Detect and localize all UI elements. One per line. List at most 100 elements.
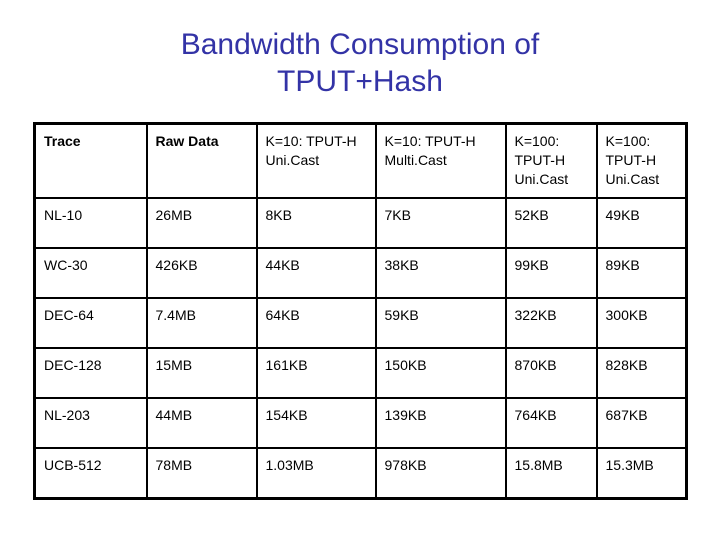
column-header-k10-multicast-line-1: K=10: TPUT-H [384,133,476,149]
cell-value: 1.03MB [265,457,314,473]
cell-raw-data: 26MB [145,197,258,249]
page-title-line-1: Bandwidth Consumption of [180,28,540,61]
column-header-k100-unicast-b-line-2: TPUT-H [605,152,657,168]
cell-value: 64KB [265,307,300,323]
cell-k10-unicast: 8KB [255,197,377,249]
column-header-k10-unicast: K=10: TPUT-H Uni.Cast [255,122,377,199]
cell-value: 15MB [155,357,193,373]
column-header-k100-unicast-a-line-3: Uni.Cast [514,171,569,187]
cell-trace: NL-203 [33,397,148,449]
cell-k10-multicast: 7KB [374,197,507,249]
cell-k10-unicast: 154KB [255,397,377,449]
cell-value: 8KB [265,207,292,223]
column-header-k100-unicast-b-line-3: Uni.Cast [605,171,660,187]
table-row: NL-10 26MB 8KB 7KB 52KB 49KB [33,197,688,249]
cell-k10-multicast: 139KB [374,397,507,449]
cell-k10-unicast: 44KB [255,247,377,299]
cell-value: NL-203 [44,407,90,423]
column-header-raw-data-line-1: Raw Data [155,133,219,149]
cell-value: 52KB [514,207,549,223]
cell-k100-unicast-a: 52KB [504,197,598,249]
cell-value: 764KB [514,407,557,423]
column-header-k10-unicast-line-2: Uni.Cast [265,152,320,168]
cell-value: DEC-128 [44,357,102,373]
cell-trace: WC-30 [33,247,148,299]
cell-value: 78MB [155,457,193,473]
cell-value: 49KB [605,207,640,223]
column-header-k100-unicast-a-line-1: K=100: [514,133,560,149]
slide-canvas: Bandwidth Consumption of TPUT+Hash Trace… [0,0,720,540]
column-header-trace-line-1: Trace [44,133,81,149]
cell-trace: UCB-512 [33,447,148,500]
table-body: NL-10 26MB 8KB 7KB 52KB 49KB WC-30 426KB… [33,197,688,500]
column-header-k10-unicast-line-1: K=10: TPUT-H [265,133,357,149]
cell-value: 7KB [384,207,411,223]
cell-k100-unicast-b: 687KB [595,397,688,449]
cell-k10-unicast: 64KB [255,297,377,349]
cell-value: 44MB [155,407,193,423]
table-row: WC-30 426KB 44KB 38KB 99KB 89KB [33,247,688,299]
column-header-k10-multicast-line-2: Multi.Cast [384,152,447,168]
cell-k100-unicast-b: 300KB [595,297,688,349]
cell-k100-unicast-a: 322KB [504,297,598,349]
table-row: DEC-128 15MB 161KB 150KB 870KB 828KB [33,347,688,399]
cell-k10-multicast: 978KB [374,447,507,500]
cell-k10-multicast: 59KB [374,297,507,349]
cell-value: 99KB [514,257,549,273]
table-row: DEC-64 7.4MB 64KB 59KB 322KB 300KB [33,297,688,349]
page-title: Bandwidth Consumption of TPUT+Hash [60,26,660,100]
cell-value: WC-30 [44,257,88,273]
cell-value: DEC-64 [44,307,94,323]
column-header-trace: Trace [33,122,148,199]
cell-value: 322KB [514,307,557,323]
column-header-raw-data: Raw Data [145,122,258,199]
cell-raw-data: 7.4MB [145,297,258,349]
column-header-k100-unicast-b: K=100: TPUT-H Uni.Cast [595,122,688,199]
column-header-k10-multicast: K=10: TPUT-H Multi.Cast [374,122,507,199]
cell-k10-multicast: 150KB [374,347,507,399]
cell-value: 154KB [265,407,308,423]
cell-k10-unicast: 161KB [255,347,377,399]
page-title-line-2: TPUT+Hash [277,65,443,98]
bandwidth-table-container: Trace Raw Data K=10: TPUT-H Uni.Cast K=1… [33,122,688,500]
cell-trace: NL-10 [33,197,148,249]
cell-raw-data: 15MB [145,347,258,399]
cell-value: 38KB [384,257,419,273]
cell-value: 300KB [605,307,648,323]
cell-value: 978KB [384,457,427,473]
cell-value: 89KB [605,257,640,273]
cell-value: 59KB [384,307,419,323]
cell-value: 15.3MB [605,457,654,473]
cell-value: 828KB [605,357,648,373]
table-row: UCB-512 78MB 1.03MB 978KB 15.8MB 15.3MB [33,447,688,500]
cell-k100-unicast-b: 828KB [595,347,688,399]
cell-k10-unicast: 1.03MB [255,447,377,500]
cell-trace: DEC-128 [33,347,148,399]
cell-value: 150KB [384,357,427,373]
cell-value: 139KB [384,407,427,423]
column-header-k100-unicast-a-line-2: TPUT-H [514,152,566,168]
cell-value: 26MB [155,207,193,223]
table-row: NL-203 44MB 154KB 139KB 764KB 687KB [33,397,688,449]
cell-k10-multicast: 38KB [374,247,507,299]
cell-k100-unicast-a: 764KB [504,397,598,449]
cell-raw-data: 44MB [145,397,258,449]
cell-value: 687KB [605,407,648,423]
cell-value: 161KB [265,357,308,373]
cell-raw-data: 78MB [145,447,258,500]
cell-value: 870KB [514,357,557,373]
column-header-k100-unicast-b-line-1: K=100: [605,133,651,149]
cell-value: 15.8MB [514,457,563,473]
cell-trace: DEC-64 [33,297,148,349]
column-header-k100-unicast-a: K=100: TPUT-H Uni.Cast [504,122,598,199]
cell-k100-unicast-a: 870KB [504,347,598,399]
cell-k100-unicast-b: 89KB [595,247,688,299]
table-header: Trace Raw Data K=10: TPUT-H Uni.Cast K=1… [33,122,688,199]
cell-value: 426KB [155,257,198,273]
cell-k100-unicast-a: 15.8MB [504,447,598,500]
cell-value: 7.4MB [155,307,196,323]
cell-k100-unicast-a: 99KB [504,247,598,299]
bandwidth-consumption-table: Trace Raw Data K=10: TPUT-H Uni.Cast K=1… [33,122,688,500]
table-header-row: Trace Raw Data K=10: TPUT-H Uni.Cast K=1… [33,122,688,199]
cell-k100-unicast-b: 15.3MB [595,447,688,500]
